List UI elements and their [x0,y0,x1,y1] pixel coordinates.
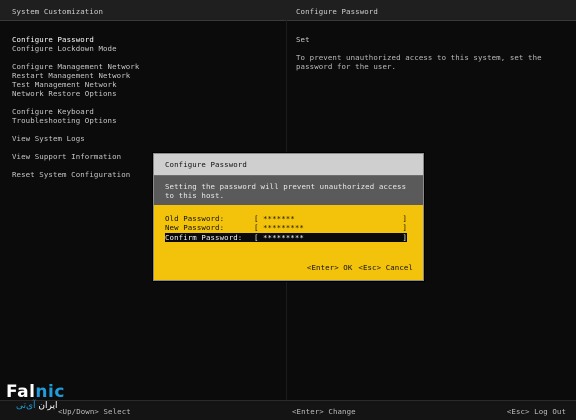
menu-item-troubleshooting-options[interactable]: Troubleshooting Options [12,116,282,125]
logo-subtitle-prefix: ایران [35,401,58,411]
new-password-close-bracket: ] [402,223,407,232]
menu-item-configure-lockdown-mode[interactable]: Configure Lockdown Mode [12,44,282,53]
old-password-open-bracket: [ [254,214,259,223]
dialog-description: Setting the password will prevent unauth… [154,176,423,205]
dialog-title: Configure Password [154,154,423,176]
old-password-label: Old Password: [165,214,225,223]
menu-group-keyboard: Configure Keyboard Troubleshooting Optio… [12,107,282,125]
falnic-logo: Falnic ایران آی‌تی [6,384,76,416]
dialog-form: Old Password: [ ******* ] New Password: … [154,205,423,280]
confirm-password-value[interactable]: ********* [263,233,304,242]
footer-logout-hint[interactable]: <Esc> Log Out [507,407,566,416]
menu-group-password: Configure Password Configure Lockdown Mo… [12,35,282,53]
confirm-password-field[interactable]: Confirm Password: [ ********* ] [165,233,407,242]
header-bar: System Customization Configure Password [0,0,576,21]
confirm-password-open-bracket: [ [254,233,259,242]
new-password-value[interactable]: ********* [263,223,304,232]
menu-item-network-restore-options[interactable]: Network Restore Options [12,89,282,98]
ok-button[interactable]: <Enter> OK [307,263,353,272]
cancel-button[interactable]: <Esc> Cancel [358,263,413,272]
logo-brand-accent: nic [35,382,65,402]
logo-brand-prefix: Fal [6,382,36,402]
menu-item-configure-management-network[interactable]: Configure Management Network [12,62,282,71]
old-password-value[interactable]: ******* [263,214,295,223]
new-password-label: New Password: [165,223,225,232]
detail-panel: Set To prevent unauthorized access to th… [296,35,556,71]
menu-item-test-management-network[interactable]: Test Management Network [12,80,282,89]
dcui-screen: System Customization Configure Password … [0,0,576,420]
menu-group-logs: View System Logs [12,134,282,143]
password-status: Set [296,35,310,44]
password-description: To prevent unauthorized access to this s… [296,53,542,71]
old-password-close-bracket: ] [402,214,407,223]
menu-item-configure-keyboard[interactable]: Configure Keyboard [12,107,282,116]
new-password-field[interactable]: New Password: [ ********* ] [165,223,407,232]
confirm-password-label: Confirm Password: [165,233,243,242]
dialog-actions: <Enter> OK <Esc> Cancel [307,263,413,272]
footer-change-hint[interactable]: <Enter> Change [292,407,356,416]
new-password-open-bracket: [ [254,223,259,232]
menu-item-view-system-logs[interactable]: View System Logs [12,134,282,143]
old-password-field[interactable]: Old Password: [ ******* ] [165,214,407,223]
footer-bar: <Up/Down> Select <Enter> Change <Esc> Lo… [0,400,576,420]
configure-password-dialog: Configure Password Setting the password … [153,153,424,281]
logo-subtitle: ایران آی‌تی [16,401,76,412]
menu-item-configure-password[interactable]: Configure Password [12,35,282,44]
confirm-password-close-bracket: ] [402,233,407,242]
logo-subtitle-accent: آی‌تی [16,401,36,411]
menu-group-network: Configure Management Network Restart Man… [12,62,282,98]
logo-brand: Falnic [6,384,76,401]
header-right-title: Configure Password [296,7,378,16]
menu-item-restart-management-network[interactable]: Restart Management Network [12,71,282,80]
header-left-title: System Customization [12,7,103,16]
